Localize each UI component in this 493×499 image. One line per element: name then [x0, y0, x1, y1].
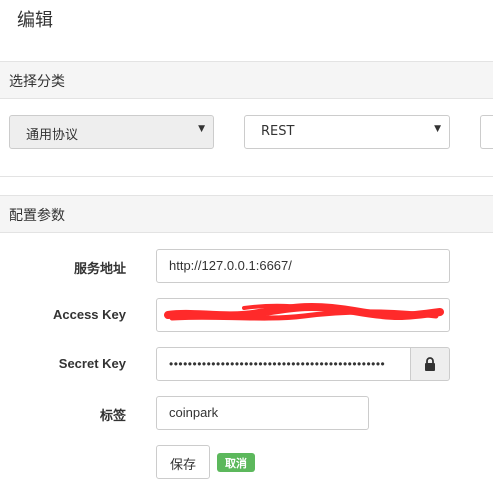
protocol-select-value: 通用协议 [26, 128, 79, 143]
extra-select[interactable] [480, 115, 493, 149]
section-divider [0, 176, 493, 177]
params-section-title: 配置参数 [9, 208, 65, 224]
chevron-down-icon: ▼ [198, 124, 205, 134]
access-key-label: Access Key [53, 307, 126, 322]
lock-icon [425, 357, 435, 371]
tag-input[interactable]: coinpark [156, 396, 369, 430]
tag-label: 标签 [99, 409, 126, 424]
category-section-title: 选择分类 [9, 74, 65, 90]
protocol-select[interactable]: 通用协议 ▼ [9, 115, 214, 149]
secret-key-toggle[interactable] [410, 347, 450, 381]
save-button[interactable]: 保存 [156, 445, 210, 479]
params-section-header: 配置参数 [0, 195, 493, 233]
page-title: 编辑 [17, 10, 53, 31]
secret-key-input[interactable]: ••••••••••••••••••••••••••••••••••••••••… [156, 347, 411, 381]
redaction-scribble [164, 302, 444, 321]
chevron-down-icon: ▼ [434, 124, 441, 134]
type-select[interactable]: REST ▼ [244, 115, 450, 149]
category-section-header: 选择分类 [0, 61, 493, 99]
service-address-input[interactable]: http://127.0.0.1:6667/ [156, 249, 450, 283]
type-select-value: REST [261, 124, 295, 139]
service-address-label: 服务地址 [73, 262, 126, 277]
cancel-button[interactable]: 取消 [217, 453, 255, 472]
secret-key-label: Secret Key [58, 356, 126, 371]
